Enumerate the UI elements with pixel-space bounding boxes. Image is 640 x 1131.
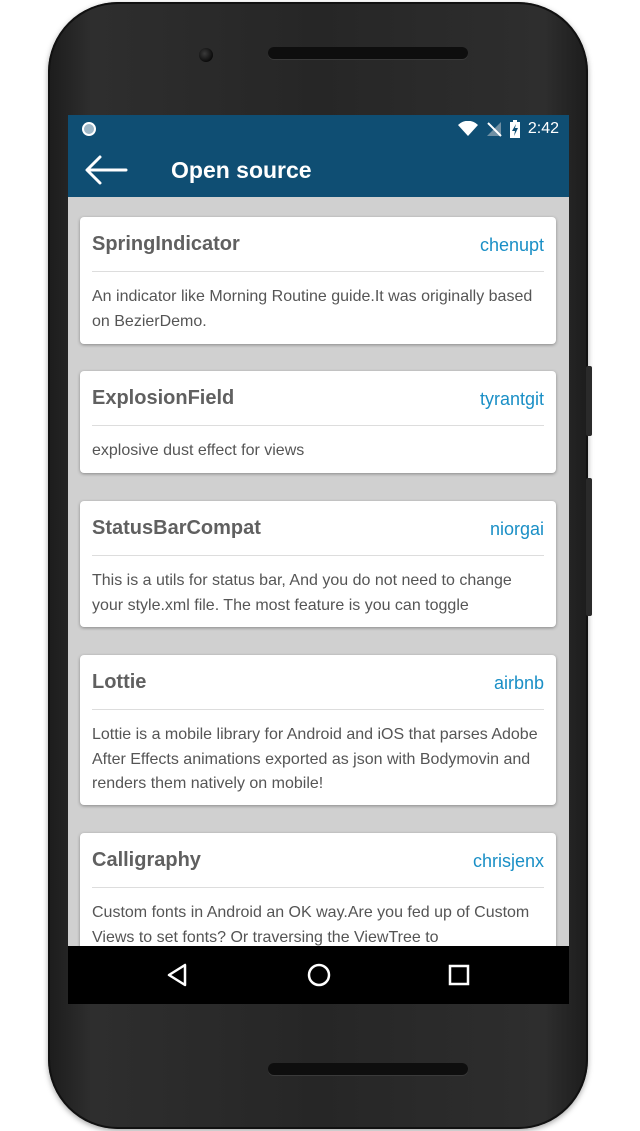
project-title: Lottie xyxy=(92,671,147,693)
project-description: Lottie is a mobile library for Android a… xyxy=(92,726,538,792)
project-description: explosive dust effect for views xyxy=(92,442,305,459)
project-card[interactable]: Lottie airbnb Lottie is a mobile library… xyxy=(80,655,556,805)
project-card[interactable]: StatusBarCompat niorgai This is a utils … xyxy=(80,501,556,627)
project-title: ExplosionField xyxy=(92,387,235,409)
front-camera xyxy=(199,48,213,62)
card-divider xyxy=(92,555,544,556)
card-divider xyxy=(92,425,544,426)
power-button xyxy=(586,366,592,436)
nav-back-button[interactable] xyxy=(163,960,193,990)
nav-recents-icon xyxy=(448,964,470,986)
nav-back-icon xyxy=(167,963,187,987)
author-link[interactable]: chrisjenx xyxy=(473,851,544,872)
navigation-bar xyxy=(68,946,569,1004)
project-title: SpringIndicator xyxy=(92,233,240,255)
author-link[interactable]: niorgai xyxy=(490,519,544,540)
author-link[interactable]: airbnb xyxy=(494,673,544,694)
wifi-icon xyxy=(457,121,478,136)
nav-recents-button[interactable] xyxy=(444,960,474,990)
volume-button xyxy=(586,478,592,616)
project-description: An indicator like Morning Routine guide.… xyxy=(92,288,533,330)
top-speaker xyxy=(268,47,468,59)
project-description: Custom fonts in Android an OK way.Are yo… xyxy=(92,904,530,946)
status-icons: 2:42 xyxy=(457,119,559,139)
arrow-back-icon xyxy=(85,155,128,185)
project-card[interactable]: Calligraphy chrisjenx Custom fonts in An… xyxy=(80,833,556,946)
nav-home-icon xyxy=(307,963,331,987)
card-divider xyxy=(92,709,544,710)
project-card[interactable]: ExplosionField tyrantgit explosive dust … xyxy=(80,371,556,473)
author-link[interactable]: tyrantgit xyxy=(480,389,544,410)
page-title: Open source xyxy=(171,157,312,183)
nav-home-button[interactable] xyxy=(304,960,334,990)
status-time: 2:42 xyxy=(527,120,559,137)
project-title: StatusBarCompat xyxy=(92,517,261,539)
screen: 2:42 Open source SpringIndicator chenupt… xyxy=(68,115,569,1004)
app-bar: Open source xyxy=(68,143,569,197)
battery-charging-icon xyxy=(509,120,520,138)
project-title: Calligraphy xyxy=(92,849,201,871)
card-divider xyxy=(92,271,544,272)
project-card[interactable]: SpringIndicator chenupt An indicator lik… xyxy=(80,217,556,344)
notification-icon xyxy=(82,122,96,136)
no-signal-icon xyxy=(486,122,502,137)
status-bar: 2:42 xyxy=(68,115,569,143)
bottom-speaker xyxy=(268,1063,468,1075)
card-divider xyxy=(92,887,544,888)
project-description: This is a utils for status bar, And you … xyxy=(92,572,512,614)
author-link[interactable]: chenupt xyxy=(480,235,544,256)
project-list: SpringIndicator chenupt An indicator lik… xyxy=(68,197,569,946)
back-button[interactable] xyxy=(84,153,128,187)
